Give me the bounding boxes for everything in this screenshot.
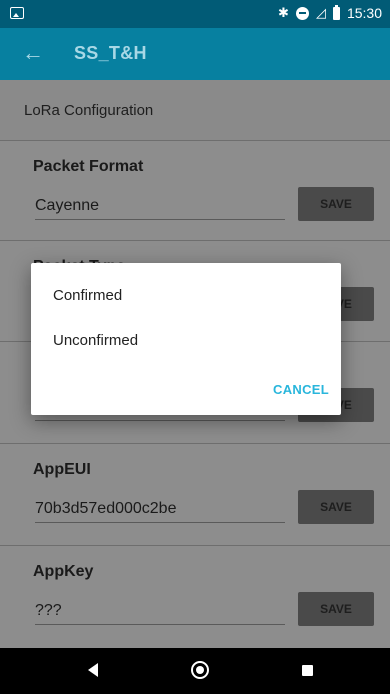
status-time: 15:30 bbox=[346, 5, 382, 21]
page-title: SS_T&H bbox=[74, 43, 147, 63]
packet-type-dialog: Confirmed Unconfirmed CANCEL bbox=[31, 263, 341, 415]
nav-back-icon[interactable] bbox=[88, 663, 98, 677]
do-not-disturb-icon bbox=[295, 6, 309, 20]
nav-recents-icon[interactable] bbox=[302, 665, 313, 676]
status-bar: ✱ ◿ 15:30 bbox=[0, 0, 390, 28]
option-unconfirmed[interactable]: Unconfirmed bbox=[53, 332, 138, 349]
setting-label: Packet Format bbox=[33, 158, 144, 175]
save-button[interactable]: SAVE bbox=[298, 490, 374, 524]
setting-input[interactable]: 70b3d57ed000c2be bbox=[35, 500, 285, 523]
navigation-bar bbox=[0, 648, 390, 694]
image-icon bbox=[10, 7, 24, 19]
battery-icon bbox=[332, 4, 340, 20]
setting-label: AppKey bbox=[33, 563, 94, 580]
app-bar: ← SS_T&H bbox=[0, 28, 390, 80]
section-header: LoRa Configuration bbox=[0, 80, 390, 140]
arrow-left-icon[interactable]: ← bbox=[22, 40, 44, 66]
setting-input[interactable]: Cayenne bbox=[35, 197, 285, 220]
setting-row-packet-format: Packet Format Cayenne SAVE bbox=[0, 140, 390, 242]
option-confirmed[interactable]: Confirmed bbox=[53, 287, 122, 304]
save-button[interactable]: SAVE bbox=[298, 592, 374, 626]
setting-row-appeui: AppEUI 70b3d57ed000c2be SAVE bbox=[0, 443, 390, 545]
status-icons: ✱ ◿ 15:30 bbox=[278, 4, 382, 21]
setting-input[interactable]: ??? bbox=[35, 602, 285, 625]
setting-row-appkey: AppKey ??? SAVE bbox=[0, 545, 390, 647]
save-button[interactable]: SAVE bbox=[298, 187, 374, 221]
no-signal-icon: ◿ bbox=[315, 5, 326, 20]
cancel-button[interactable]: CANCEL bbox=[273, 382, 329, 397]
setting-label: AppEUI bbox=[33, 461, 91, 478]
nav-home-icon[interactable] bbox=[191, 661, 209, 679]
bluetooth-icon: ✱ bbox=[278, 5, 289, 20]
section-title: LoRa Configuration bbox=[24, 102, 154, 119]
